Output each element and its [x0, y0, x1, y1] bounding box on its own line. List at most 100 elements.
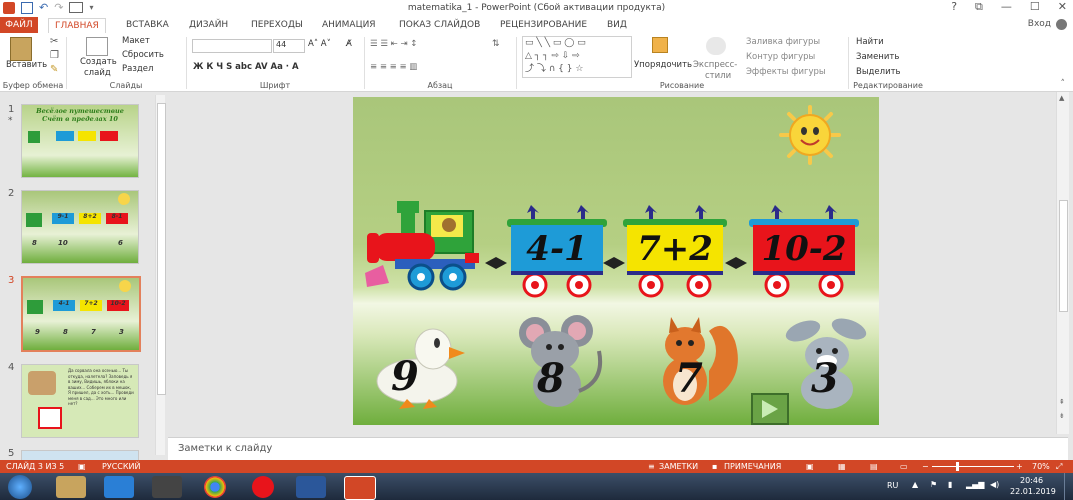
maximize-icon[interactable]: ☐ [1030, 0, 1040, 14]
comments-icon[interactable]: ▪ [712, 462, 717, 471]
thumbnail-slide-1[interactable]: Весёлое путешествие Счёт в пределах 10 [21, 104, 139, 178]
comments-toggle[interactable]: ПРИМЕЧАНИЯ [724, 462, 781, 471]
font-size-input[interactable]: 44 [273, 39, 305, 53]
text-direction-icon[interactable]: ⇅ [492, 39, 500, 49]
tab-file[interactable]: ФАЙЛ [0, 17, 38, 33]
clear-format-icon[interactable]: A̸ [346, 39, 352, 49]
shape-effects-button[interactable]: Эффекты фигуры [746, 67, 826, 77]
notes-icon[interactable]: ≡ [648, 462, 655, 471]
shapes-gallery[interactable]: ▭ ╲ ╲ ▭ ◯ ▭ △ ┐ ┐ ⇨ ⇩ ⇨ ⤴ ⤵ ∩ { } ☆ [522, 36, 632, 78]
zoom-level[interactable]: 70% [1032, 462, 1050, 471]
normal-view-icon[interactable]: ▣ [806, 462, 814, 471]
spellcheck-icon[interactable]: ▣ [78, 462, 86, 471]
slideshow-view-icon[interactable]: ▭ [900, 462, 908, 471]
wagon-1[interactable]: 4-1 [505, 201, 609, 301]
tray-signal-icon[interactable]: ▂▄▆ [966, 480, 984, 489]
quick-styles-button[interactable]: Экспресс- [693, 60, 737, 70]
arrange-button[interactable]: Упорядочить [634, 60, 692, 70]
word-icon[interactable] [296, 476, 326, 498]
prev-slide-icon[interactable]: ⇞ [1059, 398, 1065, 406]
file-explorer-icon[interactable] [56, 476, 86, 498]
tray-flag-icon[interactable]: ⚑ [930, 480, 937, 489]
internet-explorer-icon[interactable] [104, 476, 134, 498]
zoom-slider-thumb[interactable] [956, 462, 959, 471]
sign-in-link[interactable]: Вход [1028, 19, 1051, 29]
mouse-image[interactable]: 8 [515, 311, 611, 409]
hare-image[interactable]: 3 [783, 315, 873, 411]
reset-button[interactable]: Сбросить [122, 50, 164, 60]
wagon-3[interactable]: 10-2 [747, 201, 861, 301]
tab-insert[interactable]: ВСТАВКА [120, 18, 175, 32]
tab-design[interactable]: ДИЗАЙН [183, 18, 234, 32]
powerpoint-taskbar-icon[interactable] [344, 476, 376, 500]
minimize-icon[interactable]: — [1001, 0, 1012, 14]
tab-animation[interactable]: АНИМАЦИЯ [316, 18, 382, 32]
tab-transitions[interactable]: ПЕРЕХОДЫ [245, 18, 309, 32]
paste-icon[interactable] [10, 37, 32, 61]
shape-outline-button[interactable]: Контур фигуры [746, 52, 815, 62]
zoom-out-icon[interactable]: − [922, 462, 929, 471]
shape-fill-button[interactable]: Заливка фигуры [746, 37, 820, 47]
next-slide-icon[interactable]: ⇟ [1059, 412, 1065, 420]
reading-view-icon[interactable]: ▤ [870, 462, 878, 471]
clock-date[interactable]: 22.01.2019 [1010, 487, 1056, 496]
tray-show-hidden-icon[interactable]: ▲ [912, 480, 918, 489]
font-style-buttons[interactable]: Ж К Ч S abc AV Aa · A [193, 62, 299, 72]
thumbnails-scroll-thumb[interactable] [157, 103, 166, 395]
chrome-icon[interactable] [204, 476, 226, 498]
thumbnail-slide-3[interactable]: 4-1 7+2 10-2 9 8 7 3 [21, 276, 141, 352]
show-desktop-button[interactable] [1064, 473, 1073, 500]
media-player-icon[interactable] [152, 476, 182, 498]
duck-image[interactable]: 9 [371, 323, 467, 409]
fit-slide-icon[interactable]: ⤢ [1056, 462, 1062, 472]
find-button[interactable]: Найти [856, 37, 884, 47]
zoom-slider[interactable] [932, 466, 1014, 467]
tab-review[interactable]: РЕЦЕНЗИРОВАНИЕ [494, 18, 593, 32]
list-icons[interactable]: ☰ ☰ ⇤ ⇥ ↕ [370, 39, 417, 49]
ribbon-display-icon[interactable]: ⧉ [975, 0, 983, 14]
slide-scroll-thumb[interactable] [1059, 200, 1068, 312]
zoom-in-icon[interactable]: + [1016, 462, 1023, 471]
align-icons[interactable]: ≡ ≡ ≡ ≡ ▥ [370, 62, 417, 72]
cut-icon[interactable]: ✂ [50, 36, 58, 47]
close-icon[interactable]: ✕ [1058, 0, 1067, 14]
paste-button[interactable]: Вставить [6, 60, 47, 70]
thumbnail-slide-2[interactable]: 9-1 8+2 8-1 8 10 6 [21, 190, 139, 264]
section-button[interactable]: Раздел [122, 64, 153, 74]
format-painter-icon[interactable]: ✎ [50, 64, 58, 75]
copy-icon[interactable]: ❐ [50, 50, 59, 61]
wagon-2[interactable]: 7+2 [621, 201, 729, 301]
tray-volume-icon[interactable]: ◀) [990, 480, 999, 489]
slide-sorter-icon[interactable]: ▦ [838, 462, 846, 471]
slide-scrollbar[interactable]: ▲ ⇞ ⇟ [1056, 92, 1069, 434]
replace-button[interactable]: Заменить [856, 52, 899, 62]
help-icon[interactable]: ? [951, 0, 957, 14]
select-button[interactable]: Выделить [856, 67, 901, 77]
font-name-input[interactable] [192, 39, 272, 53]
thumbnails-scrollbar[interactable] [155, 95, 166, 455]
yandex-browser-icon[interactable] [252, 476, 274, 498]
language-indicator[interactable]: РУССКИЙ [102, 462, 141, 471]
start-button-icon[interactable] [8, 475, 32, 499]
thumbnail-slide-4[interactable]: Да сорвала она осенью... Ты откуда, нале… [21, 364, 139, 438]
input-language[interactable]: RU [887, 481, 898, 490]
tray-network-icon[interactable]: ▮ [948, 480, 952, 489]
new-slide-button[interactable]: Создать [80, 57, 117, 67]
squirrel-image[interactable]: 7 [649, 311, 745, 409]
new-slide-icon[interactable] [86, 37, 108, 56]
tab-slideshow[interactable]: ПОКАЗ СЛАЙДОВ [393, 18, 486, 32]
notes-pane[interactable]: Заметки к слайду [168, 437, 1068, 460]
new-slide-button-line2[interactable]: слайд [84, 68, 111, 78]
scroll-up-icon[interactable]: ▲ [1059, 94, 1064, 102]
collapse-ribbon-icon[interactable]: ˄ [1061, 79, 1066, 89]
grow-font-icon[interactable]: A˄ A˅ [308, 39, 331, 49]
quick-styles-icon[interactable] [706, 37, 726, 55]
notes-toggle[interactable]: ЗАМЕТКИ [659, 462, 698, 471]
current-slide[interactable]: 4-1 7+2 10-2 9 8 7 3 [353, 97, 879, 425]
tab-view[interactable]: ВИД [601, 18, 633, 32]
next-slide-action-button[interactable] [751, 393, 789, 425]
layout-button[interactable]: Макет [122, 36, 150, 46]
arrange-icon[interactable] [652, 37, 668, 53]
quick-styles-button-line2[interactable]: стили [705, 71, 731, 81]
clock-time[interactable]: 20:46 [1020, 476, 1043, 485]
